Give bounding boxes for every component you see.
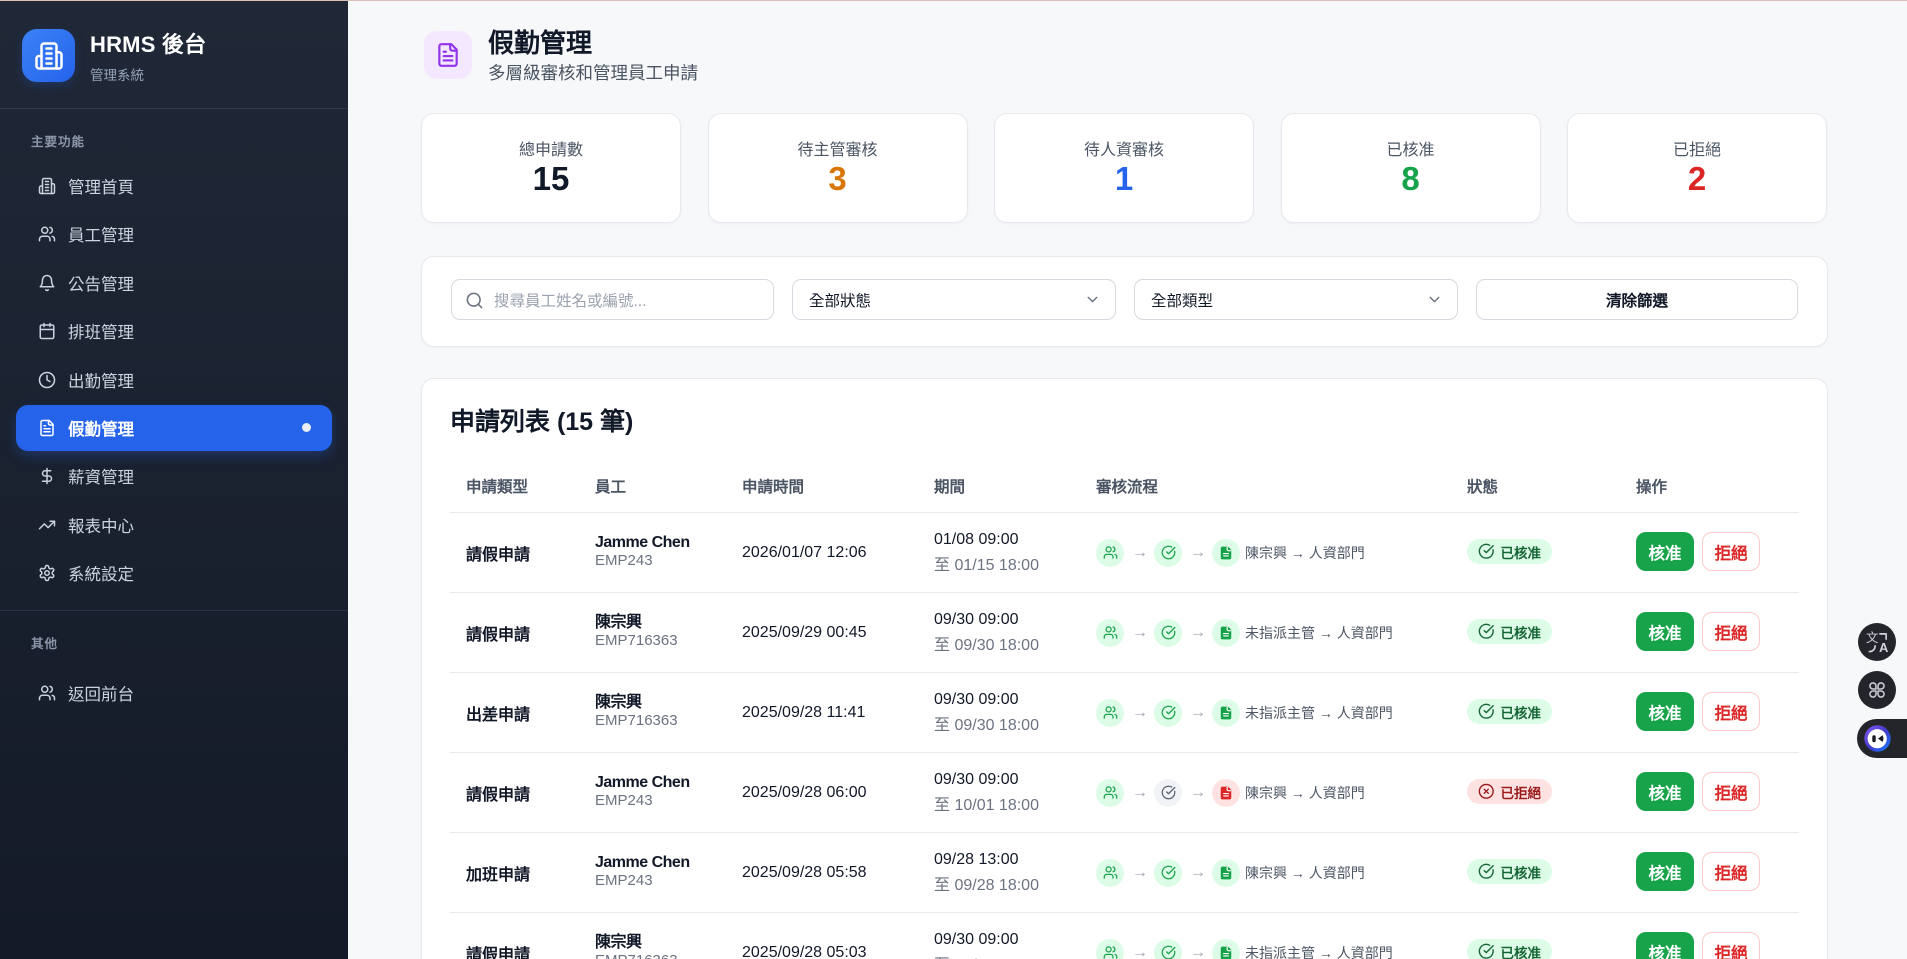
svg-text:A: A	[1878, 640, 1887, 654]
svg-text:文: 文	[1866, 631, 1879, 645]
